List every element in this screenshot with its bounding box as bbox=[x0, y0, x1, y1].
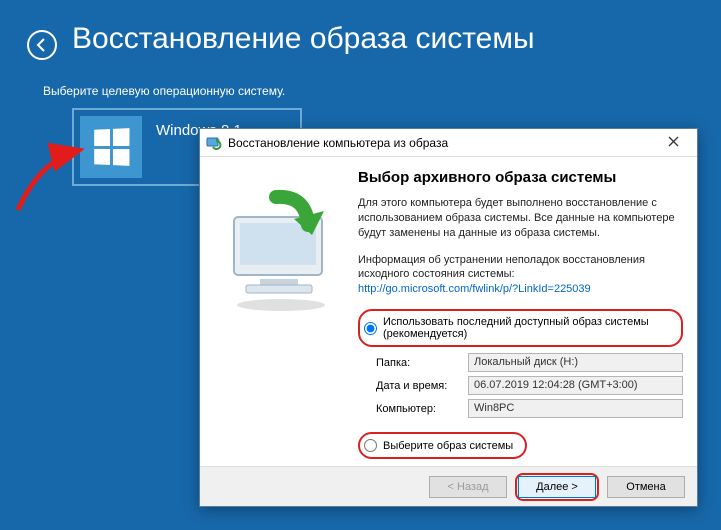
computer-label: Компьютер: bbox=[376, 403, 468, 415]
dialog-title: Восстановление компьютера из образа bbox=[228, 136, 655, 150]
back-button[interactable] bbox=[27, 30, 57, 60]
cancel-button[interactable]: Отмена bbox=[607, 476, 685, 498]
wizard-heading: Выбор архивного образа системы bbox=[358, 169, 683, 186]
radio-use-latest[interactable]: Использовать последний доступный образ с… bbox=[362, 313, 671, 343]
radio-use-latest-label: Использовать последний доступный образ с… bbox=[383, 316, 669, 340]
back-button-wizard: < Назад bbox=[429, 476, 507, 498]
titlebar: Восстановление компьютера из образа bbox=[200, 129, 697, 157]
latest-image-fields: Папка: Локальный диск (H:) Дата и время:… bbox=[376, 353, 683, 422]
highlight-radio-select: Выберите образ системы bbox=[358, 432, 527, 459]
radio-select-image-label: Выберите образ системы bbox=[383, 440, 513, 452]
wizard-info: Информация об устранении неполадок восст… bbox=[358, 253, 683, 298]
button-bar: < Назад Далее > Отмена bbox=[200, 466, 697, 506]
close-icon bbox=[668, 136, 679, 147]
folder-value: Локальный диск (H:) bbox=[468, 353, 683, 372]
wizard-description: Для этого компьютера будет выполнено вос… bbox=[358, 196, 683, 241]
next-button[interactable]: Далее > bbox=[518, 476, 596, 498]
info-text: Информация об устранении неполадок восст… bbox=[358, 254, 645, 281]
windows-logo-icon bbox=[80, 116, 142, 178]
restore-icon bbox=[206, 135, 222, 151]
radio-select-image[interactable]: Выберите образ системы bbox=[362, 436, 515, 455]
close-button[interactable] bbox=[655, 134, 691, 151]
radio-select-image-input[interactable] bbox=[364, 439, 377, 452]
highlight-next-button: Далее > bbox=[515, 473, 599, 501]
page-title: Восстановление образа системы bbox=[72, 22, 535, 56]
arrow-left-icon bbox=[34, 37, 50, 53]
datetime-label: Дата и время: bbox=[376, 380, 468, 392]
folder-label: Папка: bbox=[376, 357, 468, 369]
page-subtitle: Выберите целевую операционную систему. bbox=[43, 84, 285, 98]
datetime-value: 06.07.2019 12:04:28 (GMT+3:00) bbox=[468, 376, 683, 395]
restore-dialog: Восстановление компьютера из образа Выбо… bbox=[199, 128, 698, 507]
highlight-radio-latest: Использовать последний доступный образ с… bbox=[358, 309, 683, 347]
computer-value: Win8PC bbox=[468, 399, 683, 418]
radio-use-latest-input[interactable] bbox=[364, 322, 377, 335]
wizard-illustration bbox=[210, 169, 352, 460]
info-link[interactable]: http://go.microsoft.com/fwlink/p/?LinkId… bbox=[358, 283, 591, 295]
